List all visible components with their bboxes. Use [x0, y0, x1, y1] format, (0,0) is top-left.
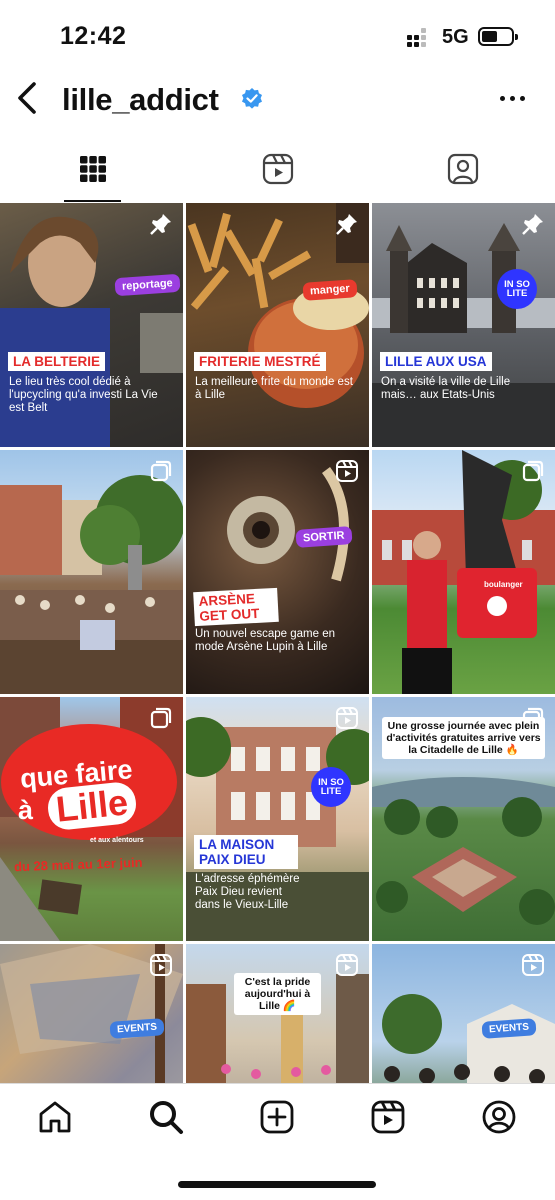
home-indicator	[178, 1181, 376, 1188]
post-tile[interactable]: boulanger	[372, 450, 555, 694]
home-icon	[37, 1099, 73, 1140]
insolite-badge: IN SO LITE	[497, 269, 537, 309]
battery-icon	[478, 27, 518, 46]
verified-badge-icon	[240, 87, 264, 111]
nav-profile[interactable]	[478, 1098, 520, 1140]
nav-search[interactable]	[145, 1098, 187, 1140]
carousel-icon	[149, 459, 173, 483]
post-title: LA BELTERIE	[8, 352, 105, 371]
pin-icon	[149, 212, 173, 236]
tab-tagged[interactable]	[370, 140, 555, 202]
posts-grid: reportage LA BELTERIE Le lieu très cool …	[0, 203, 555, 1083]
post-description: La meilleure frite du monde est à Lille	[195, 376, 353, 401]
reels-icon	[262, 153, 294, 190]
post-tile[interactable]: SORTIR ARSÈNE GET OUT Un nouvel escape g…	[186, 450, 369, 694]
post-tile[interactable]: EVENTS	[0, 944, 183, 1083]
big-title-subtitle: et aux alentours	[90, 837, 144, 844]
post-tile[interactable]	[0, 450, 183, 694]
post-description: Le lieu très cool dédié à l'upcycling qu…	[9, 376, 158, 414]
tab-grid[interactable]	[0, 140, 185, 202]
post-tile[interactable]: Une grosse journée avec plein d'activité…	[372, 697, 555, 941]
reels-icon	[370, 1099, 406, 1140]
profile-username: lille_addict	[62, 82, 219, 117]
big-title-line2: à	[18, 795, 34, 825]
profile-header: lille_addict	[0, 72, 555, 132]
more-horizontal-icon[interactable]	[500, 96, 528, 102]
grid-icon	[79, 155, 107, 188]
post-category-tag: manger	[302, 279, 358, 301]
jersey-sponsor-text: boulanger	[484, 580, 523, 589]
reels-icon	[335, 706, 359, 730]
post-caption: C'est la pride aujourd'hui à Lille 🌈	[234, 973, 321, 1015]
active-tab-indicator	[64, 200, 121, 202]
post-caption: Une grosse journée avec plein d'activité…	[382, 717, 545, 759]
post-tile[interactable]: IN SO LITE LILLE AUX USA On a visité la …	[372, 203, 555, 447]
network-label: 5G	[442, 26, 469, 48]
insolite-badge: IN SO LITE	[311, 767, 351, 807]
post-tile[interactable]: que faire à Lille et aux alentours du 28…	[0, 697, 183, 941]
nav-reels[interactable]	[367, 1098, 409, 1140]
post-description: On a visité la ville de Lille mais… aux …	[381, 376, 511, 401]
reels-icon	[335, 953, 359, 977]
carousel-icon	[521, 459, 545, 483]
nav-home[interactable]	[34, 1098, 76, 1140]
post-tile[interactable]: manger FRITERIE MESTRÉ La meilleure frit…	[186, 203, 369, 447]
tab-reels[interactable]	[185, 140, 370, 202]
post-title: FRITERIE MESTRÉ	[194, 352, 326, 371]
reels-icon	[149, 953, 173, 977]
post-tile[interactable]: C'est la pride aujourd'hui à Lille 🌈	[186, 944, 369, 1083]
post-title: LA MAISON PAIX DIEU	[194, 835, 298, 869]
reels-icon	[335, 459, 359, 483]
post-description: L'adresse éphémère Paix Dieu revient dan…	[195, 873, 300, 911]
post-description: Un nouvel escape game en mode Arsène Lup…	[195, 628, 336, 653]
plus-square-icon	[259, 1099, 295, 1140]
bottom-navigation	[0, 1083, 555, 1200]
status-time: 12:42	[60, 22, 127, 50]
post-tile[interactable]: IN SO LITE LA MAISON PAIX DIEU L'adresse…	[186, 697, 369, 941]
chevron-left-icon[interactable]	[10, 78, 46, 118]
pin-icon	[521, 212, 545, 236]
carousel-icon	[149, 706, 173, 730]
tagged-user-icon	[447, 153, 479, 190]
post-tile[interactable]: EVENTS	[372, 944, 555, 1083]
post-title: ARSÈNE GET OUT	[193, 587, 279, 627]
status-bar: 12:42 5G	[0, 0, 555, 72]
post-tile[interactable]: reportage LA BELTERIE Le lieu très cool …	[0, 203, 183, 447]
post-title: LILLE AUX USA	[380, 352, 492, 371]
nav-create[interactable]	[256, 1098, 298, 1140]
reels-icon	[521, 953, 545, 977]
profile-tabs	[0, 140, 555, 202]
search-icon	[148, 1099, 184, 1140]
signal-icon	[407, 28, 431, 48]
profile-icon	[481, 1099, 517, 1140]
pin-icon	[335, 212, 359, 236]
